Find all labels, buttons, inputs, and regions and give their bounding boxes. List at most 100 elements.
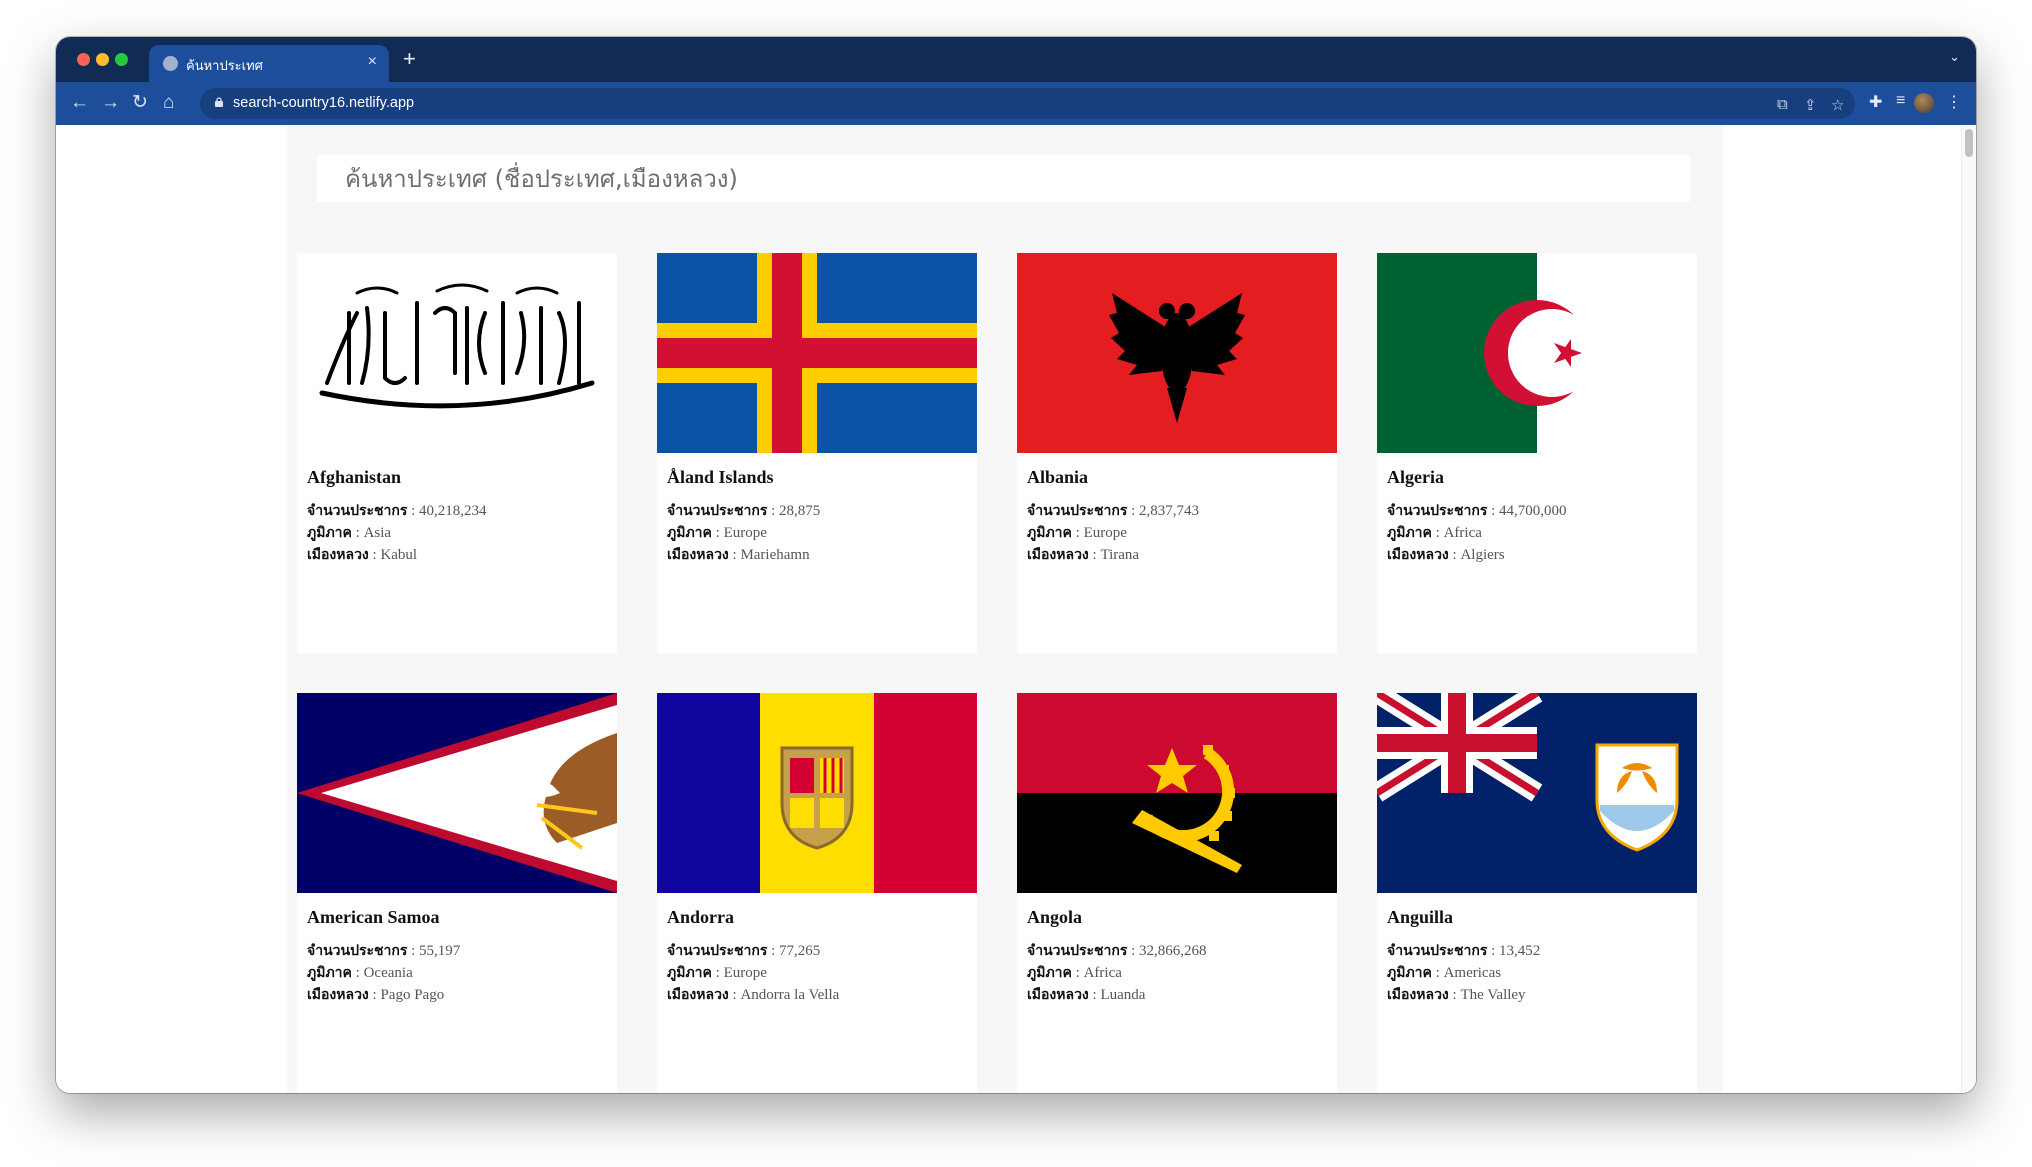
region-value: Asia [363, 525, 392, 541]
country-name: Angola [1027, 907, 1083, 927]
region-label: ภูมิภาค [1027, 525, 1072, 541]
separator: : [767, 943, 780, 959]
angola-flag-icon [1017, 693, 1337, 893]
region-value: Europe [723, 525, 767, 541]
region-value: Europe [723, 965, 767, 981]
tab-close-icon[interactable]: × [368, 53, 377, 71]
globe-icon [163, 56, 178, 71]
menu-kebab-icon[interactable]: ⋮ [1946, 92, 1962, 112]
separator: : [728, 547, 741, 563]
scrollbar-thumb[interactable] [1965, 129, 1973, 157]
population-label: จำนวนประชากร [667, 943, 768, 959]
afghanistan-flag-icon [297, 253, 617, 453]
home-icon[interactable]: ⌂ [163, 91, 174, 115]
share-icon[interactable]: ⇪ [1804, 96, 1817, 114]
anguilla-flag-icon [1377, 693, 1697, 893]
lock-icon [215, 97, 223, 107]
separator: : [368, 987, 381, 1003]
profile-avatar[interactable] [1914, 93, 1934, 113]
address-bar[interactable]: search-country16.netlify.app ⧉ ⇪ ☆ [200, 88, 1855, 119]
region-value: Americas [1443, 965, 1502, 981]
separator: : [351, 525, 364, 541]
country-card[interactable]: Åland Islands จำนวนประชากร : 28,875 ภูมิ… [657, 253, 977, 653]
tab-bar: ค้นหาประเทศ × + ⌄ [56, 37, 1976, 82]
country-name: American Samoa [307, 907, 440, 927]
browser-toolbar: ← → ↻ ⌂ search-country16.netlify.app ⧉ ⇪… [56, 82, 1976, 125]
country-name: Afghanistan [307, 467, 402, 487]
country-name: Andorra [667, 907, 734, 927]
capital-row: เมืองหลวง : Andorra la Vella [667, 984, 839, 1006]
population-value: 55,197 [419, 943, 461, 959]
separator: : [1088, 547, 1101, 563]
population-label: จำนวนประชากร [1387, 943, 1488, 959]
capital-value: Pago Pago [380, 987, 445, 1003]
bookmark-star-icon[interactable]: ☆ [1831, 96, 1844, 114]
media-control-icon[interactable]: ≡ [1896, 92, 1905, 110]
population-value: 2,837,743 [1139, 503, 1200, 519]
population-row: จำนวนประชากร : 44,700,000 [1387, 500, 1567, 522]
translate-icon[interactable]: ⧉ [1777, 96, 1788, 113]
separator: : [711, 965, 724, 981]
search-input[interactable] [317, 155, 1690, 202]
country-name: Albania [1027, 467, 1089, 487]
separator: : [728, 987, 741, 1003]
country-name: Algeria [1387, 467, 1444, 487]
extensions-puzzle-icon[interactable]: ✚ [1869, 92, 1882, 112]
region-row: ภูมิภาค : Europe [667, 522, 767, 544]
population-label: จำนวนประชากร [1027, 503, 1128, 519]
separator: : [1431, 965, 1444, 981]
capital-value: Algiers [1460, 547, 1505, 563]
population-row: จำนวนประชากร : 55,197 [307, 940, 460, 962]
region-row: ภูมิภาค : Americas [1387, 962, 1501, 984]
separator: : [1487, 943, 1500, 959]
region-value: Oceania [363, 965, 413, 981]
browser-window: ค้นหาประเทศ × + ⌄ ← → ↻ ⌂ search-country… [56, 37, 1976, 1093]
aland-islands-flag-icon [657, 253, 977, 453]
population-row: จำนวนประชากร : 2,837,743 [1027, 500, 1199, 522]
region-label: ภูมิภาค [1387, 965, 1432, 981]
maximize-window-button[interactable] [115, 53, 128, 66]
separator: : [1071, 965, 1084, 981]
capital-label: เมืองหลวง [307, 987, 369, 1003]
separator: : [711, 525, 724, 541]
capital-label: เมืองหลวง [307, 547, 369, 563]
back-arrow-icon[interactable]: ← [70, 91, 89, 115]
separator: : [1448, 987, 1461, 1003]
separator: : [1431, 525, 1444, 541]
capital-value: Kabul [380, 547, 418, 563]
separator: : [351, 965, 364, 981]
capital-label: เมืองหลวง [667, 987, 729, 1003]
country-card[interactable]: Andorra จำนวนประชากร : 77,265 ภูมิภาค : … [657, 693, 977, 1093]
capital-value: Mariehamn [740, 547, 810, 563]
american-samoa-flag-icon [297, 693, 617, 893]
region-label: ภูมิภาค [307, 965, 352, 981]
scrollbar[interactable] [1961, 125, 1976, 1093]
tab-title: ค้นหาประเทศ [186, 59, 263, 74]
url-text: search-country16.netlify.app [233, 95, 415, 111]
close-window-button[interactable] [77, 53, 90, 66]
population-value: 44,700,000 [1499, 503, 1567, 519]
separator: : [767, 503, 780, 519]
forward-arrow-icon[interactable]: → [101, 91, 120, 115]
browser-tab[interactable]: ค้นหาประเทศ × [149, 45, 389, 82]
tab-search-chevron-icon[interactable]: ⌄ [1949, 49, 1960, 65]
country-card[interactable]: Anguilla จำนวนประชากร : 13,452 ภูมิภาค :… [1377, 693, 1697, 1093]
separator: : [368, 547, 381, 563]
minimize-window-button[interactable] [96, 53, 109, 66]
capital-label: เมืองหลวง [1027, 547, 1089, 563]
reload-icon[interactable]: ↻ [132, 91, 148, 115]
population-value: 13,452 [1499, 943, 1541, 959]
capital-value: The Valley [1460, 987, 1526, 1003]
country-card[interactable]: American Samoa จำนวนประชากร : 55,197 ภูม… [297, 693, 617, 1093]
population-label: จำนวนประชากร [307, 503, 408, 519]
capital-value: Luanda [1100, 987, 1146, 1003]
country-card[interactable]: Albania จำนวนประชากร : 2,837,743 ภูมิภาค… [1017, 253, 1337, 653]
capital-row: เมืองหลวง : Luanda [1027, 984, 1145, 1006]
new-tab-button[interactable]: + [403, 46, 416, 72]
country-card[interactable]: Angola จำนวนประชากร : 32,866,268 ภูมิภาค… [1017, 693, 1337, 1093]
separator: : [1071, 525, 1084, 541]
algeria-flag-icon [1377, 253, 1697, 453]
country-card[interactable]: Afghanistan จำนวนประชากร : 40,218,234 ภู… [297, 253, 617, 653]
population-row: จำนวนประชากร : 13,452 [1387, 940, 1540, 962]
country-card[interactable]: Algeria จำนวนประชากร : 44,700,000 ภูมิภา… [1377, 253, 1697, 653]
